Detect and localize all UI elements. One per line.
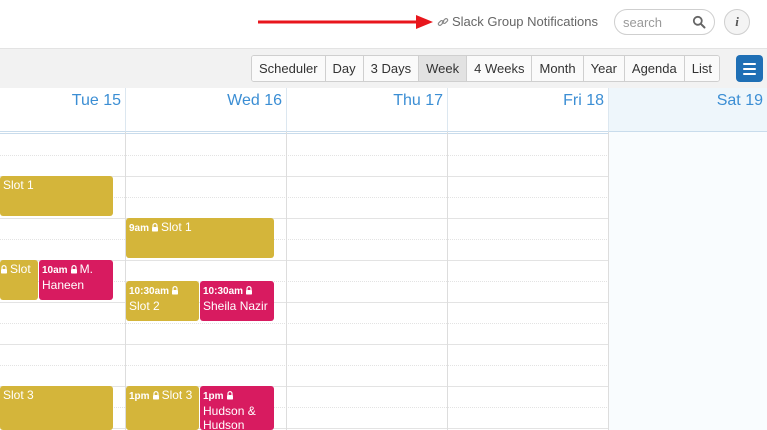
event-time: 10am xyxy=(42,265,68,276)
event-slot-3-tue[interactable]: Slot 3 xyxy=(0,386,113,430)
day-header-tue[interactable]: Tue 15 xyxy=(0,88,126,132)
column-divider xyxy=(286,132,287,430)
event-title: Slot 1 xyxy=(161,220,192,234)
event-m-haneen[interactable]: 10am M. Haneen xyxy=(39,260,113,300)
event-time: 1pm xyxy=(203,391,224,402)
event-title: Slot xyxy=(10,262,31,276)
event-title: Slot 1 xyxy=(3,178,34,192)
search-icon[interactable] xyxy=(692,15,706,29)
column-divider xyxy=(447,132,448,430)
link-icon xyxy=(437,17,449,26)
lock-icon xyxy=(152,223,159,232)
event-time: 1pm xyxy=(129,391,150,402)
search-box xyxy=(614,9,715,35)
view-3-days-button[interactable]: 3 Days xyxy=(362,56,419,81)
view-day-button[interactable]: Day xyxy=(324,56,363,81)
event-slot-1-tue[interactable]: Slot 1 xyxy=(0,176,113,216)
view-list-button[interactable]: List xyxy=(683,56,719,81)
event-hudson-and-hudson[interactable]: 1pm Hudson & Hudson xyxy=(200,386,274,430)
lock-icon xyxy=(172,286,179,295)
lock-icon xyxy=(246,286,253,295)
lock-icon xyxy=(226,391,233,400)
slack-group-notifications-link[interactable]: Slack Group Notifications xyxy=(437,14,598,29)
menu-icon-bar xyxy=(743,62,756,65)
event-title: Slot 2 xyxy=(129,299,160,313)
view-agenda-button[interactable]: Agenda xyxy=(623,56,684,81)
day-header-thu[interactable]: Thu 17 xyxy=(287,88,448,132)
search-input[interactable] xyxy=(623,14,691,31)
day-header-label: Fri 18 xyxy=(563,92,604,109)
day-header-fri[interactable]: Fri 18 xyxy=(448,88,609,132)
event-title: Slot 3 xyxy=(161,388,193,402)
lock-icon xyxy=(152,391,159,400)
annotation-arrow xyxy=(258,15,433,29)
event-title: Sheila Nazir xyxy=(203,299,268,313)
event-time: 10:30am xyxy=(203,286,244,297)
view-switcher: Scheduler Day 3 Days Week 4 Weeks Month … xyxy=(251,55,720,82)
day-header-sat[interactable]: Sat 19 xyxy=(609,88,767,132)
day-header-label: Thu 17 xyxy=(393,92,443,109)
event-sheila-nazir[interactable]: 10:30am Sheila Nazir xyxy=(200,281,274,321)
hamburger-menu-button[interactable] xyxy=(736,55,763,82)
event-slot-tue[interactable]: Slot xyxy=(0,260,38,300)
day-header-label: Tue 15 xyxy=(71,92,121,109)
view-4-weeks-button[interactable]: 4 Weeks xyxy=(466,56,532,81)
view-year-button[interactable]: Year xyxy=(582,56,624,81)
event-title: Hudson & Hudson xyxy=(203,404,256,430)
view-week-button[interactable]: Week xyxy=(418,56,467,81)
slack-link-label: Slack Group Notifications xyxy=(452,14,598,29)
menu-icon-bar xyxy=(743,72,756,75)
event-slot-1-wed[interactable]: 9am Slot 1 xyxy=(126,218,274,258)
event-time: 9am xyxy=(129,223,150,234)
lock-icon xyxy=(70,265,77,274)
event-slot-3-wed[interactable]: 1pm Slot 3 xyxy=(126,386,199,430)
event-time: 10:30am xyxy=(129,286,170,297)
day-header-label: Wed 16 xyxy=(227,92,282,109)
event-title: Slot 3 xyxy=(3,388,34,402)
day-header-label: Sat 19 xyxy=(716,92,763,109)
calendar-app: { "topbar": { "slack_link_label": "Slack… xyxy=(0,0,767,430)
view-scheduler-button[interactable]: Scheduler xyxy=(252,56,325,81)
info-icon: i xyxy=(735,14,739,29)
info-button[interactable]: i xyxy=(724,9,750,35)
today-column xyxy=(609,132,767,430)
day-header-wed[interactable]: Wed 16 xyxy=(126,88,287,132)
event-slot-2-wed[interactable]: 10:30am Slot 2 xyxy=(126,281,199,321)
lock-icon xyxy=(1,265,7,274)
view-month-button[interactable]: Month xyxy=(531,56,583,81)
menu-icon-bar xyxy=(743,67,756,70)
toolbar: Scheduler Day 3 Days Week 4 Weeks Month … xyxy=(0,48,767,88)
